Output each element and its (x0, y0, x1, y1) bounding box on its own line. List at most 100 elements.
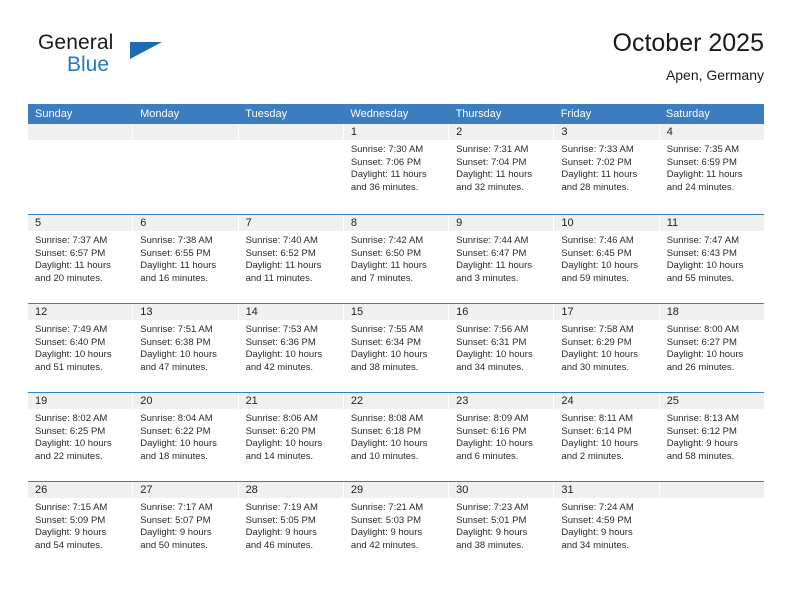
day-daylight-text: Daylight: 11 hours (666, 169, 743, 181)
day-daylight-text: Daylight: 11 hours (245, 260, 322, 272)
day-sunrise-text: Sunrise: 7:55 AM (350, 324, 424, 335)
day-number: 18 (659, 304, 764, 320)
calendar-day-cell[interactable]: 31 Sunrise: 7:24 AM Sunset: 4:59 PM Dayligh… (554, 482, 660, 570)
calendar-day-cell[interactable]: 16 Sunrise: 7:56 AM Sunset: 6:31 PM Dayligh… (449, 304, 555, 392)
day-sun-info: Sunrise: 7:44 AM Sunset: 6:47 PM Daylight:… (449, 231, 553, 285)
calendar-day-cell[interactable]: 3 Sunrise: 7:33 AM Sunset: 7:02 PM Daylight… (554, 124, 660, 214)
day-daylight-text: Daylight: 11 hours (350, 169, 427, 181)
day-sunset-text: Sunset: 5:05 PM (245, 514, 316, 526)
calendar-day-cell[interactable]: 9 Sunrise: 7:44 AM Sunset: 6:47 PM Daylight… (449, 215, 555, 303)
day-daylight-text: Daylight: 10 hours (666, 349, 744, 361)
calendar-day-cell[interactable]: 12 Sunrise: 7:49 AM Sunset: 6:40 PM Dayligh… (28, 304, 134, 392)
day-daylight-text: and 16 minutes. (140, 272, 208, 284)
day-number: 19 (28, 393, 133, 409)
calendar-day-cell[interactable]: 29 Sunrise: 7:21 AM Sunset: 5:03 PM Dayligh… (343, 482, 450, 570)
day-sun-info: Sunrise: 7:51 AM Sunset: 6:38 PM Daylight:… (133, 320, 237, 374)
day-daylight-text: and 2 minutes. (561, 450, 624, 462)
day-daylight-text: and 32 minutes. (456, 181, 524, 193)
calendar-day-cell[interactable]: 30 Sunrise: 7:23 AM Sunset: 5:01 PM Dayligh… (449, 482, 555, 570)
day-sunset-text: Sunset: 6:55 PM (140, 247, 211, 259)
calendar-day-cell[interactable]: 7 Sunrise: 7:40 AM Sunset: 6:52 PM Daylight… (238, 215, 344, 303)
day-sunset-text: Sunset: 4:59 PM (561, 514, 632, 526)
day-number: 15 (343, 304, 449, 320)
calendar-day-cell[interactable]: 4 Sunrise: 7:35 AM Sunset: 6:59 PM Daylight… (659, 124, 764, 214)
day-sunrise-text: Sunrise: 8:08 AM (350, 413, 424, 424)
calendar-day-cell-empty (238, 124, 344, 214)
day-sunrise-text: Sunrise: 7:19 AM (245, 502, 318, 513)
day-daylight-text: and 38 minutes. (456, 539, 524, 551)
calendar-day-cell[interactable]: 26 Sunrise: 7:15 AM Sunset: 5:09 PM Dayligh… (28, 482, 134, 570)
day-sun-info: Sunrise: 7:58 AM Sunset: 6:29 PM Daylight:… (554, 320, 658, 374)
day-daylight-text: and 11 minutes. (245, 272, 313, 284)
day-sunset-text: Sunset: 6:16 PM (456, 425, 527, 437)
calendar-day-cell[interactable]: 24 Sunrise: 8:11 AM Sunset: 6:14 PM Dayligh… (554, 393, 660, 481)
day-daylight-text: Daylight: 9 hours (350, 527, 423, 539)
calendar-weeks: 1 Sunrise: 7:30 AM Sunset: 7:06 PM Daylight… (28, 124, 764, 570)
day-sunrise-text: Sunrise: 7:21 AM (350, 502, 424, 513)
day-sunrise-text: Sunrise: 7:33 AM (561, 144, 634, 155)
day-sun-info: Sunrise: 7:49 AM Sunset: 6:40 PM Daylight:… (28, 320, 132, 374)
day-sun-info: Sunrise: 7:23 AM Sunset: 5:01 PM Daylight:… (449, 498, 553, 552)
calendar-day-cell[interactable]: 23 Sunrise: 8:09 AM Sunset: 6:16 PM Dayligh… (449, 393, 555, 481)
calendar-day-cell[interactable]: 15 Sunrise: 7:55 AM Sunset: 6:34 PM Dayligh… (343, 304, 450, 392)
day-daylight-text: and 3 minutes. (456, 272, 519, 284)
day-daylight-text: Daylight: 11 hours (456, 169, 532, 181)
calendar-day-cell[interactable]: 5 Sunrise: 7:37 AM Sunset: 6:57 PM Daylight… (28, 215, 134, 303)
day-sunrise-text: Sunrise: 7:35 AM (666, 144, 740, 155)
day-number: 7 (238, 215, 343, 231)
weekday-header-tuesday: Tuesday (245, 108, 288, 120)
day-daylight-text: and 24 minutes. (666, 181, 735, 193)
weekday-header-row: Sunday Monday Tuesday Wednesday Thursday Frid… (28, 104, 764, 124)
day-daylight-text: Daylight: 10 hours (245, 349, 323, 361)
day-sunrise-text: Sunrise: 7:24 AM (561, 502, 634, 513)
day-daylight-text: Daylight: 10 hours (245, 438, 323, 450)
calendar-day-cell[interactable]: 6 Sunrise: 7:38 AM Sunset: 6:55 PM Daylight… (133, 215, 239, 303)
calendar-day-cell[interactable]: 21 Sunrise: 8:06 AM Sunset: 6:20 PM Dayligh… (238, 393, 344, 481)
day-daylight-text: Daylight: 11 hours (456, 260, 532, 272)
calendar-day-cell[interactable]: 28 Sunrise: 7:19 AM Sunset: 5:05 PM Dayligh… (238, 482, 344, 570)
day-sunset-text: Sunset: 6:18 PM (350, 425, 422, 437)
calendar-day-cell[interactable]: 1 Sunrise: 7:30 AM Sunset: 7:06 PM Daylight… (343, 124, 450, 214)
calendar-day-cell[interactable]: 22 Sunrise: 8:08 AM Sunset: 6:18 PM Dayligh… (343, 393, 450, 481)
calendar-day-cell[interactable]: 25 Sunrise: 8:13 AM Sunset: 6:12 PM Dayligh… (659, 393, 764, 481)
day-sun-info: Sunrise: 7:17 AM Sunset: 5:07 PM Daylight:… (133, 498, 237, 552)
day-number: 24 (554, 393, 659, 409)
day-daylight-text: Daylight: 11 hours (350, 260, 427, 272)
day-sun-info: Sunrise: 8:13 AM Sunset: 6:12 PM Daylight:… (660, 409, 764, 463)
day-sun-info: Sunrise: 7:56 AM Sunset: 6:31 PM Daylight:… (449, 320, 553, 374)
day-number: 29 (343, 482, 449, 498)
day-daylight-text: and 42 minutes. (245, 361, 314, 373)
day-sun-info: Sunrise: 8:11 AM Sunset: 6:14 PM Daylight:… (554, 409, 658, 463)
calendar-day-cell[interactable]: 11 Sunrise: 7:47 AM Sunset: 6:43 PM Dayligh… (659, 215, 764, 303)
calendar-day-cell[interactable]: 10 Sunrise: 7:46 AM Sunset: 6:45 PM Dayligh… (554, 215, 660, 303)
day-daylight-text: and 50 minutes. (140, 539, 208, 551)
calendar-day-cell[interactable]: 20 Sunrise: 8:04 AM Sunset: 6:22 PM Dayligh… (133, 393, 239, 481)
calendar-day-cell[interactable]: 13 Sunrise: 7:51 AM Sunset: 6:38 PM Dayligh… (133, 304, 239, 392)
calendar-day-cell[interactable]: 18 Sunrise: 8:00 AM Sunset: 6:27 PM Dayligh… (659, 304, 764, 392)
calendar-day-cell[interactable]: 17 Sunrise: 7:58 AM Sunset: 6:29 PM Dayligh… (554, 304, 660, 392)
day-sun-info: Sunrise: 7:40 AM Sunset: 6:52 PM Daylight:… (239, 231, 343, 285)
calendar-day-cell[interactable]: 19 Sunrise: 8:02 AM Sunset: 6:25 PM Dayligh… (28, 393, 134, 481)
day-number: 16 (449, 304, 554, 320)
weekday-header-saturday: Saturday (665, 108, 710, 120)
calendar-week-row: 12 Sunrise: 7:49 AM Sunset: 6:40 PM Dayligh… (28, 303, 764, 392)
calendar-day-cell-empty (133, 124, 239, 214)
calendar-week-row: 1 Sunrise: 7:30 AM Sunset: 7:06 PM Daylight… (28, 124, 764, 214)
calendar-week-row: 19 Sunrise: 8:02 AM Sunset: 6:25 PM Dayligh… (28, 392, 764, 481)
day-sun-info: Sunrise: 7:37 AM Sunset: 6:57 PM Daylight:… (28, 231, 132, 285)
day-sunset-text: Sunset: 5:07 PM (140, 514, 211, 526)
calendar-day-cell[interactable]: 27 Sunrise: 7:17 AM Sunset: 5:07 PM Dayligh… (133, 482, 239, 570)
calendar-day-cell[interactable]: 14 Sunrise: 7:53 AM Sunset: 6:36 PM Dayligh… (238, 304, 344, 392)
day-sunset-text: Sunset: 6:47 PM (456, 247, 527, 259)
day-sunset-text: Sunset: 6:36 PM (245, 336, 316, 348)
day-number (238, 124, 343, 140)
calendar-day-cell[interactable]: 8 Sunrise: 7:42 AM Sunset: 6:50 PM Daylight… (343, 215, 450, 303)
day-sunrise-text: Sunrise: 7:56 AM (456, 324, 529, 335)
day-sunset-text: Sunset: 6:20 PM (245, 425, 316, 437)
day-sun-info: Sunrise: 7:53 AM Sunset: 6:36 PM Daylight:… (239, 320, 343, 374)
day-number: 28 (238, 482, 343, 498)
day-daylight-text: and 22 minutes. (35, 450, 103, 462)
calendar-day-cell[interactable]: 2 Sunrise: 7:31 AM Sunset: 7:04 PM Daylight… (449, 124, 555, 214)
day-number: 2 (449, 124, 554, 140)
day-daylight-text: Daylight: 11 hours (561, 169, 638, 181)
